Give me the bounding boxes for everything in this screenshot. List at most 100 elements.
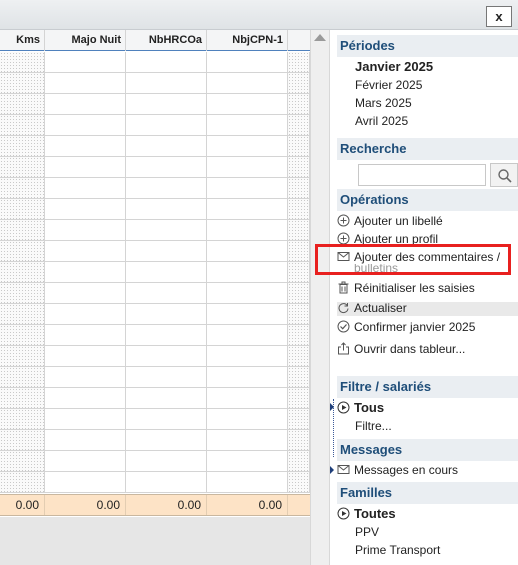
table-cell[interactable]: [0, 73, 45, 93]
table-cell[interactable]: [126, 283, 207, 303]
table-cell[interactable]: [207, 241, 288, 261]
add-label-action[interactable]: Ajouter un libellé: [337, 212, 443, 230]
family-item[interactable]: Prime Transport: [355, 541, 440, 559]
table-cell[interactable]: [207, 115, 288, 135]
table-row[interactable]: [0, 472, 310, 493]
table-cell[interactable]: [45, 451, 126, 471]
column-header-nbhrcoa[interactable]: NbHRCOa: [126, 30, 207, 51]
table-cell[interactable]: [207, 472, 288, 492]
table-row[interactable]: [0, 283, 310, 304]
table-cell[interactable]: [207, 94, 288, 114]
reset-entries-action[interactable]: Réinitialiser les saisies: [337, 279, 475, 297]
table-cell[interactable]: [126, 346, 207, 366]
table-cell[interactable]: [0, 367, 45, 387]
table-cell[interactable]: [288, 178, 310, 198]
table-cell[interactable]: [45, 199, 126, 219]
table-row[interactable]: [0, 409, 310, 430]
table-row[interactable]: [0, 325, 310, 346]
table-cell[interactable]: [126, 73, 207, 93]
table-cell[interactable]: [288, 52, 310, 72]
open-spreadsheet-action[interactable]: Ouvrir dans tableur...: [337, 340, 465, 358]
table-cell[interactable]: [126, 199, 207, 219]
table-cell[interactable]: [126, 325, 207, 345]
table-cell[interactable]: [45, 115, 126, 135]
table-cell[interactable]: [0, 451, 45, 471]
table-cell[interactable]: [207, 283, 288, 303]
table-row[interactable]: [0, 73, 310, 94]
table-cell[interactable]: [288, 262, 310, 282]
table-cell[interactable]: [45, 73, 126, 93]
table-cell[interactable]: [126, 94, 207, 114]
table-row[interactable]: [0, 388, 310, 409]
table-cell[interactable]: [0, 94, 45, 114]
table-cell[interactable]: [288, 157, 310, 177]
table-cell[interactable]: [45, 430, 126, 450]
table-cell[interactable]: [288, 94, 310, 114]
table-cell[interactable]: [0, 178, 45, 198]
table-cell[interactable]: [126, 304, 207, 324]
table-cell[interactable]: [126, 388, 207, 408]
table-cell[interactable]: [45, 367, 126, 387]
table-cell[interactable]: [0, 241, 45, 261]
table-cell[interactable]: [207, 388, 288, 408]
confirm-month-action[interactable]: Confirmer janvier 2025: [337, 318, 475, 336]
table-cell[interactable]: [45, 136, 126, 156]
periode-item[interactable]: Mars 2025: [355, 94, 412, 112]
table-cell[interactable]: [288, 430, 310, 450]
search-button[interactable]: [490, 163, 518, 187]
table-cell[interactable]: [207, 73, 288, 93]
table-cell[interactable]: [207, 304, 288, 324]
column-header-kms[interactable]: Kms: [0, 30, 45, 51]
table-cell[interactable]: [0, 430, 45, 450]
table-cell[interactable]: [126, 430, 207, 450]
table-row[interactable]: [0, 115, 310, 136]
table-cell[interactable]: [126, 367, 207, 387]
table-cell[interactable]: [0, 388, 45, 408]
table-cell[interactable]: [45, 325, 126, 345]
table-row[interactable]: [0, 178, 310, 199]
table-cell[interactable]: [207, 451, 288, 471]
table-cell[interactable]: [0, 409, 45, 429]
filter-all-option[interactable]: Tous: [337, 399, 384, 417]
table-row[interactable]: [0, 241, 310, 262]
table-row[interactable]: [0, 199, 310, 220]
table-cell[interactable]: [45, 388, 126, 408]
table-cell[interactable]: [45, 220, 126, 240]
table-cell[interactable]: [288, 73, 310, 93]
table-cell[interactable]: [288, 115, 310, 135]
table-cell[interactable]: [45, 94, 126, 114]
table-cell[interactable]: [45, 262, 126, 282]
periode-item[interactable]: Avril 2025: [355, 112, 408, 130]
table-cell[interactable]: [45, 472, 126, 492]
table-cell[interactable]: [207, 178, 288, 198]
table-row[interactable]: [0, 52, 310, 73]
table-cell[interactable]: [45, 346, 126, 366]
table-cell[interactable]: [207, 367, 288, 387]
refresh-action[interactable]: Actualiser: [337, 301, 407, 315]
table-cell[interactable]: [45, 283, 126, 303]
table-cell[interactable]: [0, 220, 45, 240]
close-button[interactable]: x: [486, 6, 512, 27]
table-cell[interactable]: [126, 52, 207, 72]
table-cell[interactable]: [288, 388, 310, 408]
table-cell[interactable]: [45, 178, 126, 198]
table-cell[interactable]: [0, 115, 45, 135]
table-cell[interactable]: [288, 283, 310, 303]
table-cell[interactable]: [207, 346, 288, 366]
table-cell[interactable]: [207, 136, 288, 156]
table-cell[interactable]: [126, 241, 207, 261]
table-cell[interactable]: [126, 220, 207, 240]
table-cell[interactable]: [126, 136, 207, 156]
table-cell[interactable]: [207, 157, 288, 177]
table-cell[interactable]: [126, 409, 207, 429]
table-cell[interactable]: [207, 199, 288, 219]
table-cell[interactable]: [126, 262, 207, 282]
table-cell[interactable]: [207, 409, 288, 429]
table-row[interactable]: [0, 346, 310, 367]
family-item[interactable]: PPV: [355, 523, 379, 541]
table-cell[interactable]: [288, 451, 310, 471]
table-cell[interactable]: [288, 199, 310, 219]
table-row[interactable]: [0, 304, 310, 325]
table-cell[interactable]: [207, 52, 288, 72]
table-cell[interactable]: [0, 283, 45, 303]
